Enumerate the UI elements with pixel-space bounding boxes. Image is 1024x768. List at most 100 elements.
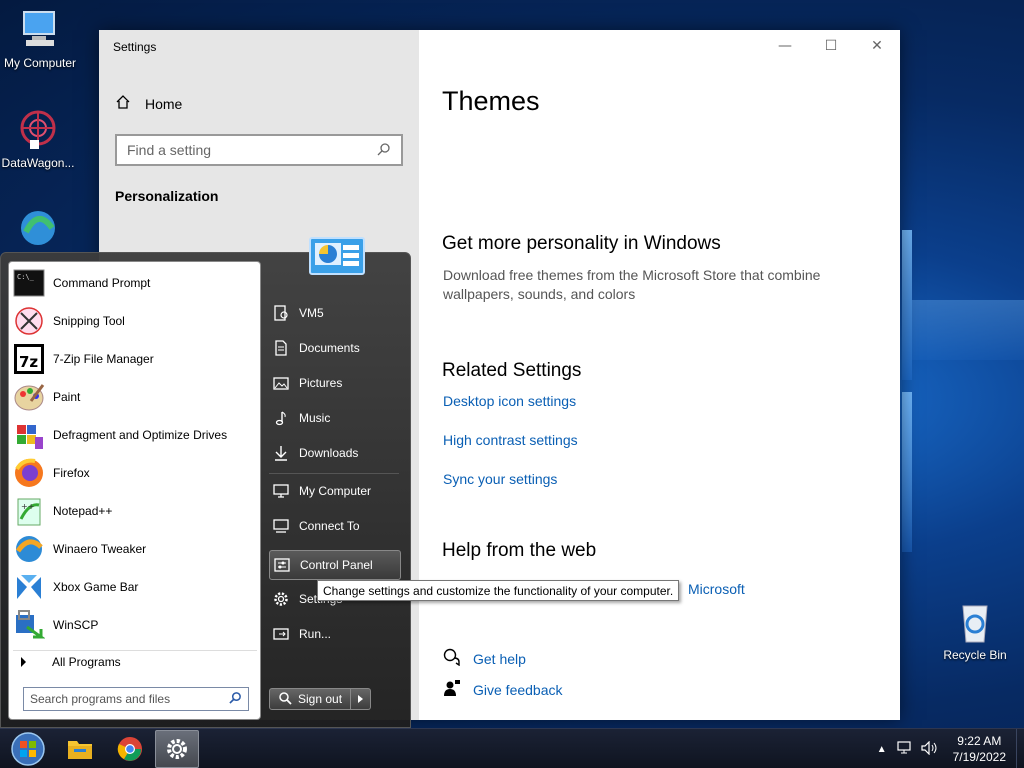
svg-text:C:\_: C:\_ xyxy=(17,273,35,281)
taskbar-chrome[interactable] xyxy=(108,730,152,768)
get-help-label: Get help xyxy=(473,650,526,667)
sidebar-item-home[interactable]: Home xyxy=(115,94,182,113)
section-description: Download free themes from the Microsoft … xyxy=(443,267,821,302)
clock-time: 9:22 AM xyxy=(957,734,1002,748)
page-title: Themes xyxy=(442,86,540,116)
start-item-winscp[interactable]: WinSCP xyxy=(13,606,257,644)
user-picture[interactable] xyxy=(309,237,365,275)
recycle-bin-icon xyxy=(953,600,997,644)
snipping-tool-icon xyxy=(13,305,45,337)
desktop-icon-label: My Computer xyxy=(3,56,77,70)
start-right-documents[interactable]: Documents xyxy=(269,333,401,363)
start-right-vm5[interactable]: VM5 xyxy=(269,298,401,328)
start-button[interactable] xyxy=(6,730,50,768)
all-programs-label: All Programs xyxy=(52,654,121,669)
desktop-icon-label: DataWagon... xyxy=(1,156,75,170)
sign-out-button[interactable]: Sign out xyxy=(269,688,352,710)
sign-out-group: Sign out xyxy=(269,688,372,710)
7zip-icon: 7z xyxy=(13,343,45,375)
show-desktop-button[interactable] xyxy=(1016,729,1024,768)
start-search-input[interactable]: Search programs and files xyxy=(23,687,249,711)
start-item-paint[interactable]: Paint xyxy=(13,378,257,416)
link-high-contrast-settings[interactable]: High contrast settings xyxy=(443,432,578,448)
start-right-downloads[interactable]: Downloads xyxy=(269,438,401,468)
all-programs-button[interactable]: All Programs xyxy=(13,650,257,672)
start-right-my-computer[interactable]: My Computer xyxy=(269,476,401,506)
music-icon xyxy=(273,410,289,426)
minimize-button[interactable]: — xyxy=(762,30,808,62)
chat-help-icon xyxy=(443,648,461,669)
settings-gear-icon xyxy=(167,739,187,759)
section-personalization: Personalization xyxy=(115,188,219,204)
program-label: Defragment and Optimize Drives xyxy=(53,428,228,442)
taskbar: ▲ 9:22 AM 7/19/2022 xyxy=(0,728,1024,768)
maximize-button[interactable]: ☐ xyxy=(808,30,854,62)
gear-icon xyxy=(273,591,289,607)
start-right-music[interactable]: Music xyxy=(269,403,401,433)
program-label: 7-Zip File Manager xyxy=(53,352,154,366)
firefox-icon xyxy=(13,457,45,489)
section-heading-related: Related Settings xyxy=(442,360,582,381)
desktop-icon-recycle-bin[interactable]: Recycle Bin xyxy=(935,600,1015,662)
network-icon[interactable] xyxy=(893,740,917,758)
right-item-label: Run... xyxy=(299,627,332,641)
wallpaper-beam xyxy=(912,300,1024,360)
program-label: Firefox xyxy=(53,466,90,480)
start-right-run[interactable]: Run... xyxy=(269,619,401,649)
program-label: Paint xyxy=(53,390,81,404)
start-right-pictures[interactable]: Pictures xyxy=(269,368,401,398)
start-item-7zip[interactable]: 7z 7-Zip File Manager xyxy=(13,340,257,378)
volume-icon[interactable] xyxy=(917,740,943,758)
paint-icon xyxy=(13,381,45,413)
arrow-right-icon xyxy=(358,695,364,703)
give-feedback-link[interactable]: Give feedback xyxy=(443,679,563,700)
right-item-label: Control Panel xyxy=(300,558,373,572)
link-desktop-icon-settings[interactable]: Desktop icon settings xyxy=(443,393,576,409)
show-hidden-icons-icon[interactable]: ▲ xyxy=(871,744,893,755)
right-item-label: Downloads xyxy=(299,446,359,460)
user-folder-icon xyxy=(273,305,289,321)
desktop-icon-edge[interactable] xyxy=(0,206,78,254)
link-sync-settings[interactable]: Sync your settings xyxy=(443,471,557,487)
file-explorer-icon xyxy=(68,741,92,759)
svg-text:++: ++ xyxy=(21,502,34,511)
xbox-icon xyxy=(13,571,45,603)
start-item-winaero[interactable]: Winaero Tweaker xyxy=(13,530,257,568)
home-icon xyxy=(115,94,131,113)
desktop-icon-my-computer[interactable]: My Computer xyxy=(0,8,80,70)
sign-out-options-button[interactable] xyxy=(351,688,372,710)
desktop-icon-datawagon[interactable]: DataWagon... xyxy=(0,108,78,170)
start-item-command-prompt[interactable]: C:\_ Command Prompt xyxy=(13,264,257,302)
start-menu: C:\_ Command Prompt Snipping Tool 7z 7-Z… xyxy=(0,237,411,728)
sign-out-icon xyxy=(278,691,292,708)
winaero-icon xyxy=(13,533,45,565)
start-right-connect-to[interactable]: Connect To xyxy=(269,511,401,541)
pictures-icon xyxy=(273,375,289,391)
link-help-microsoft[interactable]: Microsoft xyxy=(688,581,745,597)
start-item-firefox[interactable]: Firefox xyxy=(13,454,257,492)
program-label: Notepad++ xyxy=(53,504,113,518)
find-setting-input[interactable]: Find a setting xyxy=(115,134,403,166)
window-title: Settings xyxy=(113,40,157,54)
right-item-label: Documents xyxy=(299,341,360,355)
start-search-placeholder: Search programs and files xyxy=(30,692,171,706)
start-item-snipping-tool[interactable]: Snipping Tool xyxy=(13,302,257,340)
start-right-control-panel[interactable]: Control Panel xyxy=(269,550,401,580)
start-programs-pane: C:\_ Command Prompt Snipping Tool 7z 7-Z… xyxy=(8,261,261,720)
start-item-defragment[interactable]: Defragment and Optimize Drives xyxy=(13,416,257,454)
wallpaper-beam xyxy=(902,230,912,380)
computer-icon xyxy=(273,483,289,499)
taskbar-settings[interactable] xyxy=(155,730,199,768)
search-icon xyxy=(229,691,242,707)
start-item-xbox[interactable]: Xbox Game Bar xyxy=(13,568,257,606)
system-tray: ▲ 9:22 AM 7/19/2022 xyxy=(871,729,1024,768)
clock[interactable]: 9:22 AM 7/19/2022 xyxy=(943,733,1016,765)
control-panel-tooltip: Change settings and customize the functi… xyxy=(317,580,680,601)
right-item-label: VM5 xyxy=(299,306,324,320)
get-help-link[interactable]: Get help xyxy=(443,648,526,669)
program-label: Command Prompt xyxy=(53,276,151,290)
taskbar-file-explorer[interactable] xyxy=(58,730,102,768)
give-feedback-label: Give feedback xyxy=(473,681,563,698)
close-button[interactable]: ✕ xyxy=(854,30,900,62)
start-item-notepadpp[interactable]: ++ Notepad++ xyxy=(13,492,257,530)
